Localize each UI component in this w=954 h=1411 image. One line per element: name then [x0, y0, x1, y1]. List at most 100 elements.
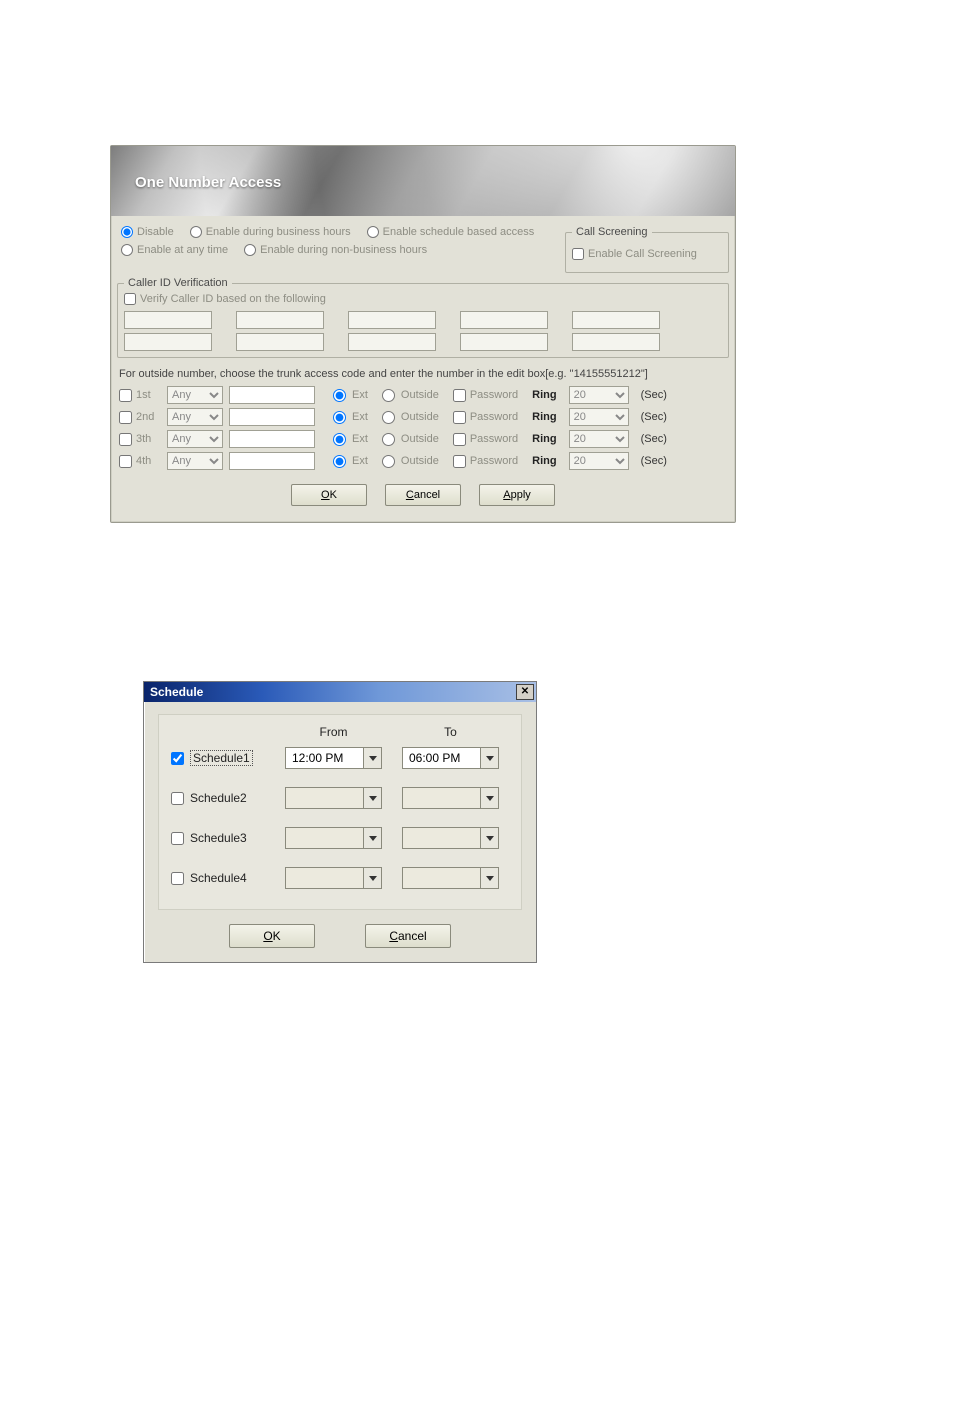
- schedule-titlebar[interactable]: Schedule ✕: [144, 682, 536, 702]
- cancel-button[interactable]: Cancel: [385, 484, 461, 506]
- password-option[interactable]: Password: [453, 389, 518, 402]
- to-time[interactable]: [402, 827, 499, 849]
- to-time-dropdown[interactable]: [481, 787, 499, 809]
- option-nonbusiness[interactable]: Enable during non-business hours: [244, 244, 427, 256]
- apply-button[interactable]: Apply: [479, 484, 555, 506]
- checkbox-forward-row[interactable]: [119, 433, 132, 446]
- checkbox-forward-row[interactable]: [119, 411, 132, 424]
- checkbox-forward-row[interactable]: [119, 389, 132, 402]
- forward-row-enable[interactable]: 2nd: [119, 411, 161, 424]
- radio-nonbusiness[interactable]: [244, 244, 256, 256]
- caller-id-field[interactable]: [572, 311, 660, 329]
- to-time-dropdown[interactable]: [481, 747, 499, 769]
- trunk-select[interactable]: Any: [167, 430, 223, 448]
- radio-disable[interactable]: [121, 226, 133, 238]
- radio-anytime[interactable]: [121, 244, 133, 256]
- to-time-value[interactable]: 06:00 PM: [402, 747, 481, 769]
- number-input[interactable]: [229, 430, 315, 448]
- checkbox-schedule[interactable]: [171, 832, 184, 845]
- to-time-value[interactable]: [402, 827, 481, 849]
- caller-id-field[interactable]: [572, 333, 660, 351]
- schedule-enable[interactable]: Schedule2: [171, 791, 275, 805]
- trunk-select[interactable]: Any: [167, 408, 223, 426]
- from-time[interactable]: [285, 827, 382, 849]
- from-time-dropdown[interactable]: [364, 827, 382, 849]
- password-option[interactable]: Password: [453, 411, 518, 424]
- radio-outside[interactable]: [382, 433, 395, 446]
- schedule-enable[interactable]: Schedule3: [171, 831, 275, 845]
- forward-row-enable[interactable]: 3th: [119, 433, 161, 446]
- caller-id-field[interactable]: [236, 311, 324, 329]
- checkbox-password[interactable]: [453, 411, 466, 424]
- option-business-hours[interactable]: Enable during business hours: [190, 226, 351, 238]
- option-disable[interactable]: Disable: [121, 226, 174, 238]
- from-time-dropdown[interactable]: [364, 867, 382, 889]
- caller-id-field[interactable]: [236, 333, 324, 351]
- to-time-dropdown[interactable]: [481, 867, 499, 889]
- checkbox-password[interactable]: [453, 389, 466, 402]
- schedule-cancel-button[interactable]: Cancel: [365, 924, 451, 948]
- option-anytime[interactable]: Enable at any time: [121, 244, 228, 256]
- checkbox-forward-row[interactable]: [119, 455, 132, 468]
- to-time[interactable]: 06:00 PM: [402, 747, 499, 769]
- caller-id-field[interactable]: [124, 311, 212, 329]
- checkbox-schedule[interactable]: [171, 872, 184, 885]
- password-option[interactable]: Password: [453, 455, 518, 468]
- from-time-value[interactable]: [285, 827, 364, 849]
- password-option[interactable]: Password: [453, 433, 518, 446]
- schedule-ok-button[interactable]: OK: [229, 924, 315, 948]
- radio-ext[interactable]: [333, 389, 346, 402]
- from-time-value[interactable]: [285, 787, 364, 809]
- number-input[interactable]: [229, 408, 315, 426]
- radio-ext[interactable]: [333, 411, 346, 424]
- caller-id-field[interactable]: [460, 333, 548, 351]
- caller-id-field[interactable]: [460, 311, 548, 329]
- radio-outside[interactable]: [382, 455, 395, 468]
- schedule-label: Schedule3: [190, 831, 247, 845]
- checkbox-schedule[interactable]: [171, 792, 184, 805]
- ring-select[interactable]: 20: [569, 430, 629, 448]
- checkbox-verify-caller-id[interactable]: [124, 293, 136, 305]
- to-time-value[interactable]: [402, 867, 481, 889]
- forward-row-enable[interactable]: 1st: [119, 389, 161, 402]
- checkbox-schedule[interactable]: [171, 752, 184, 765]
- close-button[interactable]: ✕: [516, 684, 534, 700]
- from-time[interactable]: 12:00 PM: [285, 747, 382, 769]
- to-time[interactable]: [402, 867, 499, 889]
- caller-id-field[interactable]: [348, 311, 436, 329]
- checkbox-password[interactable]: [453, 433, 466, 446]
- from-time-dropdown[interactable]: [364, 787, 382, 809]
- schedule-enable[interactable]: Schedule1: [171, 750, 275, 766]
- number-input[interactable]: [229, 386, 315, 404]
- ring-select[interactable]: 20: [569, 408, 629, 426]
- ring-select[interactable]: 20: [569, 452, 629, 470]
- radio-outside[interactable]: [382, 411, 395, 424]
- from-time-value[interactable]: [285, 867, 364, 889]
- radio-business[interactable]: [190, 226, 202, 238]
- radio-ext[interactable]: [333, 455, 346, 468]
- verify-caller-id[interactable]: Verify Caller ID based on the following: [124, 293, 706, 305]
- to-time-dropdown[interactable]: [481, 827, 499, 849]
- number-input[interactable]: [229, 452, 315, 470]
- to-time[interactable]: [402, 787, 499, 809]
- ring-select[interactable]: 20: [569, 386, 629, 404]
- from-time-dropdown[interactable]: [364, 747, 382, 769]
- caller-id-field[interactable]: [124, 333, 212, 351]
- option-schedule-based[interactable]: Enable schedule based access: [367, 226, 535, 238]
- checkbox-password[interactable]: [453, 455, 466, 468]
- radio-ext[interactable]: [333, 433, 346, 446]
- trunk-select[interactable]: Any: [167, 452, 223, 470]
- to-time-value[interactable]: [402, 787, 481, 809]
- from-time[interactable]: [285, 867, 382, 889]
- trunk-select[interactable]: Any: [167, 386, 223, 404]
- radio-outside[interactable]: [382, 389, 395, 402]
- from-time-value[interactable]: 12:00 PM: [285, 747, 364, 769]
- enable-call-screening[interactable]: Enable Call Screening: [572, 248, 722, 260]
- schedule-enable[interactable]: Schedule4: [171, 871, 275, 885]
- checkbox-call-screening[interactable]: [572, 248, 584, 260]
- ok-button[interactable]: OK: [291, 484, 367, 506]
- caller-id-field[interactable]: [348, 333, 436, 351]
- radio-schedule[interactable]: [367, 226, 379, 238]
- forward-row-enable[interactable]: 4th: [119, 455, 161, 468]
- from-time[interactable]: [285, 787, 382, 809]
